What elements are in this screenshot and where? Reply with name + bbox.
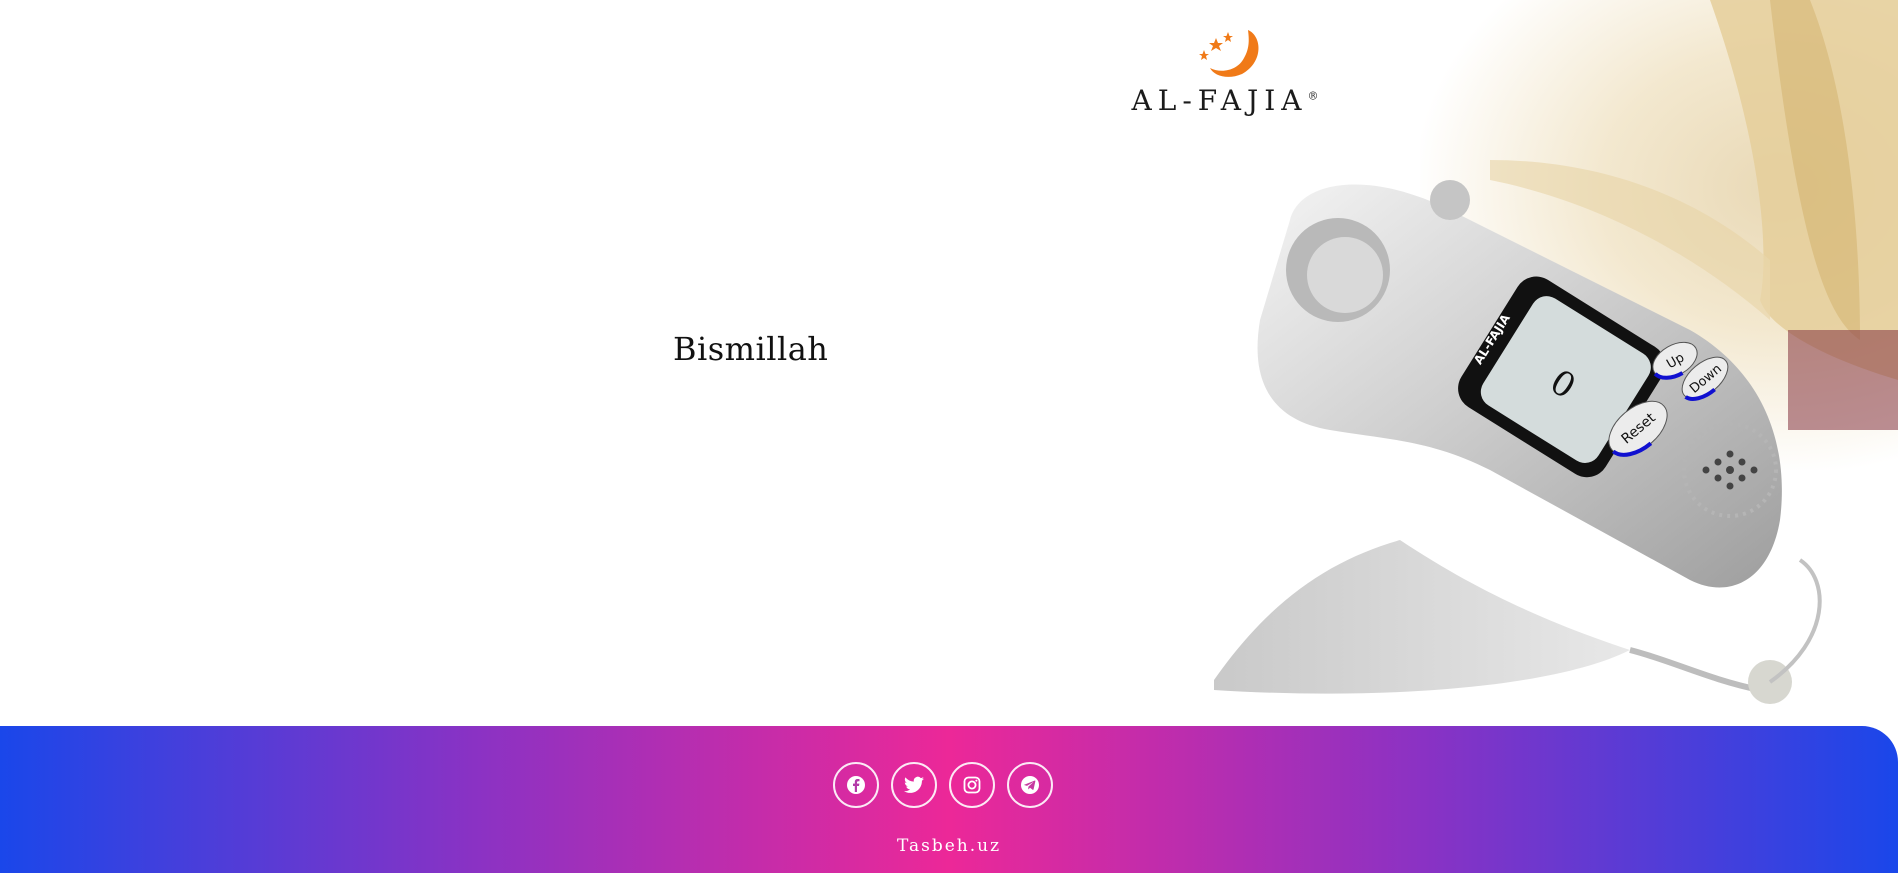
twitter-link[interactable] [891, 762, 937, 808]
facebook-icon [847, 776, 865, 794]
page: Bismillah AL-FAJIA® 0 AL-FAJIA Up Down R… [0, 0, 1898, 873]
telegram-link[interactable] [1007, 762, 1053, 808]
instagram-link[interactable] [949, 762, 995, 808]
tassel [1214, 540, 1630, 694]
instagram-icon [963, 776, 981, 794]
page-title: Bismillah [673, 330, 829, 368]
facebook-link[interactable] [833, 762, 879, 808]
tasbeh-counter-device: 0 AL-FAJIA Up Down Reset [1214, 0, 1898, 704]
twitter-icon [904, 776, 924, 793]
social-links [833, 762, 1053, 808]
footer-site-name: Tasbeh.uz [896, 836, 1002, 856]
telegram-icon [1021, 776, 1039, 794]
